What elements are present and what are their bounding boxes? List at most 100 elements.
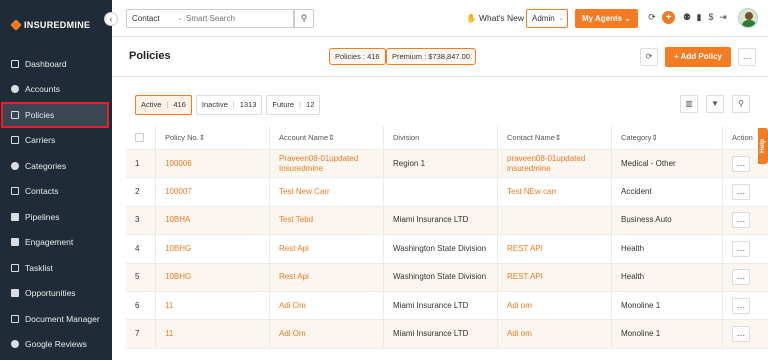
filter-inactive[interactable]: Inactive | 1313 <box>195 95 263 115</box>
contact-name-link[interactable]: REST API <box>498 263 612 291</box>
contact-name-link[interactable]: Adi om <box>498 291 612 320</box>
dollar-icon[interactable]: $ <box>706 12 716 24</box>
filter-label: Active <box>141 100 162 109</box>
page-header: Policies Policies : 416 Premium : $738,8… <box>112 37 768 77</box>
row-actions-button[interactable]: … <box>732 240 750 257</box>
column-header-policy-no[interactable]: Policy No. ⇕ <box>156 126 270 149</box>
contact-name-link[interactable]: Adi om <box>498 320 612 348</box>
column-header-category[interactable]: Category ⇕ <box>612 126 723 149</box>
sidebar-item-tasklist[interactable]: Tasklist <box>0 255 112 281</box>
account-name-link[interactable]: Rest Api <box>270 263 384 291</box>
refresh-button[interactable]: ⟳ <box>640 48 658 66</box>
sidebar-item-document-manager[interactable]: Document Manager <box>0 306 112 332</box>
table-row[interactable]: 5 10BHG Rest Api Washington State Divisi… <box>126 263 768 292</box>
table-row[interactable]: 7 11 Adi Om Miami Insurance LTD Adi om M… <box>126 320 768 349</box>
sidebar-item-engagement[interactable]: Engagement <box>0 230 112 256</box>
sidebar-item-dashboard[interactable]: Dashboard <box>0 51 112 77</box>
help-tab[interactable]: Help <box>758 128 768 164</box>
category-cell: Health <box>612 263 723 291</box>
account-name-link[interactable]: Praveen08-01updated Insuredmine <box>270 150 384 178</box>
select-all-checkbox[interactable] <box>135 133 144 142</box>
quick-add-button[interactable]: + <box>662 11 675 24</box>
sidebar-item-pipelines[interactable]: Pipelines <box>0 204 112 230</box>
column-header-account-name[interactable]: Account Name ⇕ <box>270 126 384 149</box>
table-header: Policy No. ⇕ Account Name ⇕ Division Conta… <box>126 126 768 150</box>
policy-number-link[interactable]: 100007 <box>156 178 270 206</box>
search-icon: ⚲ <box>300 13 308 23</box>
user-avatar[interactable] <box>738 8 758 28</box>
top-bar: Contact ⌄ ⚲ ✋ What's New Admin ⌄ My Agen… <box>112 0 768 37</box>
filter-active[interactable]: Active | 416 <box>135 95 192 115</box>
whats-new-link[interactable]: ✋ What's New <box>466 13 524 24</box>
division-cell: Miami Insurance LTD <box>384 320 498 348</box>
search-button[interactable]: ⚲ <box>294 9 314 28</box>
row-actions-button[interactable]: … <box>732 184 750 201</box>
my-agents-button[interactable]: My Agents ⌄ <box>575 9 638 28</box>
table-search-button[interactable]: ⚲ <box>732 95 750 113</box>
sync-icon[interactable]: ⟳ <box>647 12 657 24</box>
sidebar-item-label: Dashboard <box>25 58 67 69</box>
column-header-contact-name[interactable]: Contact Name ⇕ <box>498 126 612 149</box>
add-policy-label: Add Policy <box>680 52 722 61</box>
plus-icon: + <box>674 52 679 61</box>
contact-name-link[interactable]: Test NEw carr <box>498 178 612 206</box>
account-name-link[interactable]: Test Tebd <box>270 206 384 235</box>
table-row[interactable]: 2 100007 Test New Carr Test NEw carr Acc… <box>126 178 768 207</box>
contact-name-link[interactable] <box>498 206 612 235</box>
policy-number-link[interactable]: 11 <box>156 320 270 348</box>
category-cell: Business Auto <box>612 206 723 235</box>
app-logo[interactable]: INSUREDMINE <box>10 19 90 31</box>
policy-number-link[interactable]: 100006 <box>156 150 270 178</box>
notification-icon[interactable]: ▮ <box>694 12 704 24</box>
sidebar-item-contacts[interactable]: Contacts <box>0 179 112 205</box>
row-actions-button[interactable]: … <box>732 297 750 314</box>
chevron-down-icon: ⌄ <box>624 14 632 23</box>
sidebar-collapse-button[interactable]: ‹ <box>104 12 118 26</box>
filter-button[interactable]: ▼ <box>706 95 724 113</box>
sidebar-item-policies[interactable]: Policies <box>1 102 109 128</box>
policy-number-link[interactable]: 10BHA <box>156 206 270 235</box>
refresh-icon: ⟳ <box>645 52 653 61</box>
row-index: 4 <box>126 235 156 263</box>
filter-future[interactable]: Future | 12 <box>266 95 321 115</box>
sidebar-item-carriers[interactable]: Carriers <box>0 128 112 154</box>
row-index: 1 <box>126 150 156 178</box>
role-select[interactable]: Admin ⌄ <box>526 9 568 28</box>
categories-icon <box>11 161 19 170</box>
contact-name-link[interactable]: REST API <box>498 235 612 263</box>
search-scope-select[interactable]: Contact ⌄ <box>126 9 188 28</box>
table-row[interactable]: 3 10BHA Test Tebd Miami Insurance LTD Bu… <box>126 206 768 236</box>
account-name-link[interactable]: Rest Api <box>270 235 384 263</box>
row-actions-button[interactable]: … <box>732 155 750 172</box>
account-name-link[interactable]: Test New Carr <box>270 178 384 206</box>
column-settings-button[interactable]: ▥ <box>680 95 698 113</box>
table-row[interactable]: 4 10BHG Rest Api Washington State Divisi… <box>126 235 768 264</box>
account-name-link[interactable]: Adi Om <box>270 291 384 320</box>
sidebar-item-opportunities[interactable]: Opportunities <box>0 281 112 307</box>
filter-label: Inactive <box>201 100 228 109</box>
users-icon[interactable]: ⚉ <box>682 12 692 24</box>
logout-icon[interactable]: ⇥ <box>718 12 728 24</box>
contact-name-link[interactable]: praveen08-01updated insuredmine <box>498 150 612 178</box>
sidebar-item-categories[interactable]: Categories <box>0 153 112 179</box>
row-actions-button[interactable]: … <box>732 212 750 229</box>
policy-number-link[interactable]: 10BHG <box>156 235 270 263</box>
table-row[interactable]: 6 11 Adi Om Miami Insurance LTD Adi om M… <box>126 291 768 321</box>
account-name-link[interactable]: Adi Om <box>270 320 384 348</box>
plus-icon: + <box>665 12 672 23</box>
my-agents-label: My Agents <box>581 14 623 23</box>
page-title: Policies <box>129 50 171 62</box>
row-actions-button[interactable]: … <box>732 269 750 286</box>
table-row[interactable]: 1 100006 Praveen08-01updated Insuredmine… <box>126 150 768 179</box>
smart-search-input[interactable] <box>182 9 294 28</box>
category-cell: Health <box>612 235 723 263</box>
sort-icon: ⇕ <box>198 132 206 142</box>
sidebar-item-accounts[interactable]: Accounts <box>0 77 112 103</box>
row-actions-button[interactable]: … <box>732 326 750 343</box>
hand-icon: ✋ <box>466 13 477 23</box>
policy-number-link[interactable]: 10BHG <box>156 263 270 291</box>
add-policy-button[interactable]: + Add Policy <box>665 47 731 67</box>
policy-number-link[interactable]: 11 <box>156 291 270 320</box>
sidebar-item-google-reviews[interactable]: Google Reviews <box>0 332 112 358</box>
more-options-button[interactable]: … <box>738 48 756 66</box>
